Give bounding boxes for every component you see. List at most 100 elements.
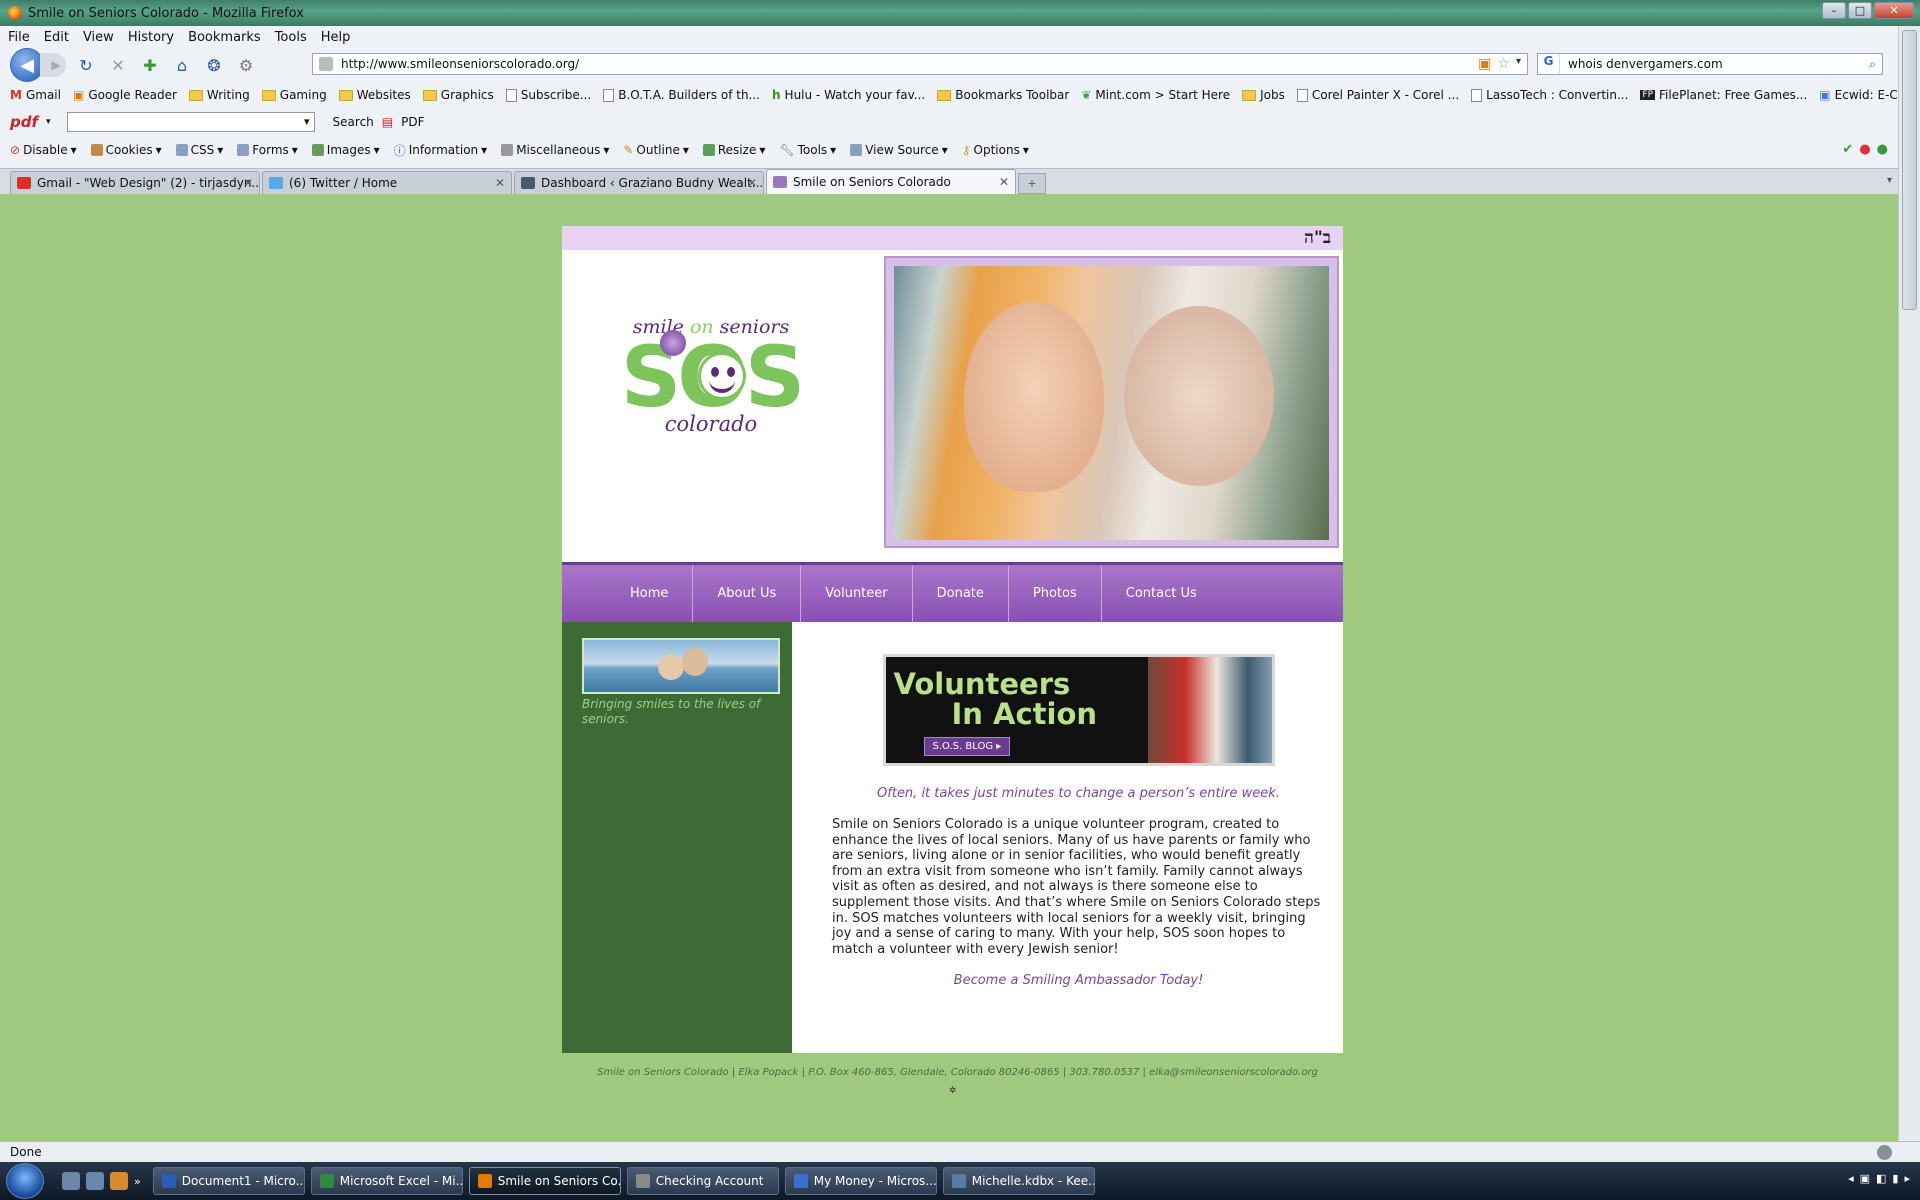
tray-arrow-icon[interactable]: ◂ (1848, 1172, 1854, 1185)
home-icon[interactable]: ⌂ (170, 53, 194, 77)
taskbar-word[interactable]: Document1 - Micro... (152, 1167, 305, 1195)
wd-cookies[interactable]: Cookies ▾ (90, 143, 162, 157)
tab-smile-on-seniors[interactable]: Smile on Seniors Colorado ✕ (766, 169, 1016, 194)
wd-miscellaneous[interactable]: Miscellaneous ▾ (501, 143, 609, 157)
media-player-icon[interactable] (110, 1172, 128, 1190)
close-button[interactable]: ✕ (1874, 2, 1914, 19)
google-icon[interactable]: G (1538, 54, 1560, 74)
tray-volume-icon[interactable]: ◧ (1876, 1172, 1886, 1185)
bookmark-item[interactable]: Subscribe... (505, 88, 591, 102)
bookmark-item[interactable]: Corel Painter X - Corel ... (1296, 88, 1459, 102)
tab-twitter[interactable]: (6) Twitter / Home ✕ (262, 171, 512, 194)
bookmark-folder[interactable]: Bookmarks Toolbar (937, 88, 1069, 102)
menu-bookmarks[interactable]: Bookmarks (188, 30, 261, 45)
star-icon[interactable]: ☆ (1497, 56, 1510, 72)
nav-volunteer[interactable]: Volunteer (801, 565, 913, 622)
url-text[interactable]: http://www.smileonseniorscolorado.org/ (341, 57, 579, 71)
stop-icon[interactable]: ✕ (106, 53, 130, 77)
url-dropdown-icon[interactable]: ▾ (1516, 56, 1521, 72)
wd-images[interactable]: Images ▾ (311, 143, 380, 157)
search-bar[interactable]: G whois denvergamers.com ⌕ (1537, 53, 1883, 75)
nav-donate[interactable]: Donate (913, 565, 1009, 622)
tray-more-icon[interactable]: ▸ (1904, 1172, 1910, 1185)
volunteers-banner[interactable]: Volunteers In Action S.O.S. BLOG ▸ (882, 654, 1275, 766)
rss-icon[interactable]: ▣ (1478, 56, 1491, 72)
quicklaunch-icon[interactable] (86, 1172, 104, 1190)
bookmark-item[interactable]: ▣ Google Reader (73, 88, 177, 102)
vertical-scrollbar[interactable] (1898, 26, 1920, 1140)
error-icon[interactable]: ● (1859, 142, 1870, 157)
show-desktop-icon[interactable] (62, 1172, 80, 1190)
bookmark-item[interactable]: h Hulu - Watch your fav... (772, 88, 925, 102)
bookmark-folder[interactable]: Jobs (1242, 88, 1285, 102)
back-button[interactable]: ◀ (10, 48, 44, 82)
gear-icon[interactable]: ⚙ (234, 53, 258, 77)
bookmark-item[interactable]: LassoTech : Convertin... (1471, 88, 1628, 102)
wd-resize[interactable]: Resize ▾ (702, 143, 765, 157)
bookmark-folder[interactable]: Gaming (261, 88, 327, 102)
scrollbar-thumb[interactable] (1902, 30, 1917, 310)
address-bar[interactable]: http://www.smileonseniorscolorado.org/ ▣… (312, 53, 1528, 75)
wd-view-source[interactable]: View Source ▾ (850, 143, 948, 157)
menu-file[interactable]: File (8, 30, 30, 45)
wd-disable[interactable]: ⊘ Disable ▾ (10, 143, 77, 157)
bookmark-item[interactable]: FP FilePlanet: Free Games... (1640, 88, 1807, 102)
nav-home[interactable]: Home (606, 565, 694, 622)
tab-dashboard[interactable]: Dashboard ‹ Graziano Budny Wealt... ✕ (514, 171, 764, 194)
wd-tools[interactable]: 🔧︎ Tools ▾ (779, 143, 836, 157)
wd-options[interactable]: ⚷ Options ▾ (962, 143, 1029, 157)
menu-history[interactable]: History (128, 30, 174, 45)
wd-outline[interactable]: ✎ Outline ▾ (623, 143, 689, 157)
pdf-logo-icon[interactable]: pdf (10, 113, 38, 131)
tray-network-icon[interactable]: ▣ (1860, 1172, 1870, 1185)
tab-close-icon[interactable]: ✕ (999, 175, 1009, 189)
search-input[interactable]: whois denvergamers.com (1568, 57, 1723, 71)
call-to-action[interactable]: Become a Smiling Ambassador Today! (832, 973, 1325, 988)
tab-list-icon[interactable]: ▾ (1887, 175, 1892, 186)
wd-css[interactable]: CSS ▾ (175, 143, 223, 157)
bookmark-item[interactable]: ▣Ecwid: E-Commerce ... (1819, 88, 1898, 102)
nav-about-us[interactable]: About Us (693, 565, 802, 622)
quicklaunch-more-icon[interactable]: » (134, 1175, 141, 1188)
pdf-dropdown-icon[interactable]: ▾ (46, 117, 51, 127)
menu-view[interactable]: View (83, 30, 114, 45)
tab-close-icon[interactable]: ✕ (243, 176, 253, 190)
wd-information[interactable]: ⓘ Information ▾ (394, 142, 488, 159)
check-icon[interactable]: ✔ (1842, 142, 1853, 157)
pdf-search-field[interactable] (66, 112, 315, 132)
taskbar-firefox[interactable]: Smile on Seniors Co... (468, 1167, 621, 1195)
tray-signal-icon[interactable]: ▮ (1892, 1172, 1898, 1185)
wd-forms[interactable]: Forms ▾ (237, 143, 298, 157)
sos-logo[interactable]: smile on seniors SOS colorado (606, 316, 816, 456)
pdf-search-button[interactable]: Search (333, 115, 374, 129)
tab-close-icon[interactable]: ✕ (747, 176, 757, 190)
bookmark-item[interactable]: B.O.T.A. Builders of th... (603, 88, 760, 102)
maximize-button[interactable]: □ (1848, 2, 1872, 19)
bookmark-folder[interactable]: Graphics (422, 88, 494, 102)
start-button[interactable] (6, 1163, 44, 1199)
status-addon-icon[interactable] (1877, 1145, 1892, 1160)
bookmark-folder[interactable]: Websites (338, 88, 411, 102)
nav-contact-us[interactable]: Contact Us (1102, 565, 1221, 622)
addon-icon[interactable]: ❂ (202, 53, 226, 77)
bookmark-folder[interactable]: Writing (188, 88, 250, 102)
reload-icon[interactable]: ↻ (74, 53, 98, 77)
pdf-button[interactable]: PDF (401, 115, 424, 129)
menu-edit[interactable]: Edit (44, 30, 69, 45)
taskbar-excel[interactable]: Microsoft Excel - Mi... (310, 1167, 463, 1195)
ok-icon[interactable]: ● (1877, 142, 1888, 157)
tab-gmail[interactable]: Gmail - "Web Design" (2) - tirjasdyn... … (10, 171, 260, 194)
taskbar-my-money[interactable]: My Money - Micros... (784, 1167, 937, 1195)
bookmark-item[interactable]: ❦ Mint.com > Start Here (1081, 88, 1230, 102)
pdf-file-icon[interactable]: ▤ (382, 115, 393, 129)
tab-close-icon[interactable]: ✕ (495, 176, 505, 190)
search-icon[interactable]: ⌕ (1869, 57, 1876, 72)
blog-button[interactable]: S.O.S. BLOG ▸ (923, 737, 1011, 756)
menu-help[interactable]: Help (321, 30, 351, 45)
minimize-button[interactable]: – (1822, 2, 1846, 19)
taskbar-keepass[interactable]: Michelle.kdbx - Kee... (942, 1167, 1095, 1195)
menu-tools[interactable]: Tools (275, 30, 307, 45)
nav-photos[interactable]: Photos (1009, 565, 1102, 622)
new-tab-icon[interactable]: ✚ (138, 53, 162, 77)
forward-button[interactable]: ▶ (40, 53, 66, 77)
